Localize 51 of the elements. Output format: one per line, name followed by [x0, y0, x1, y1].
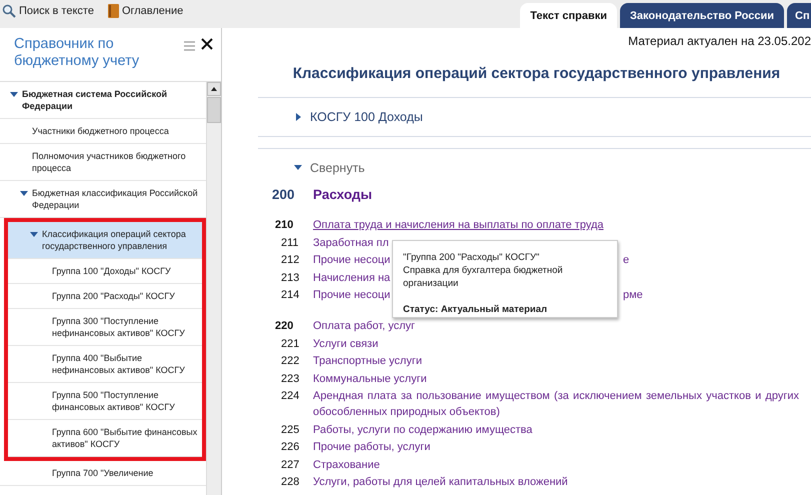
code-number: 213: [280, 270, 300, 286]
section-toggle[interactable]: Свернуть: [258, 149, 365, 181]
code-link[interactable]: Страхование: [313, 456, 380, 472]
code-link[interactable]: Прочие работы, услуги: [313, 439, 430, 455]
code-link[interactable]: Услуги связи: [313, 336, 378, 352]
code-number: 227: [280, 458, 300, 472]
code-link[interactable]: Заработная пл: [313, 234, 389, 250]
code-number: 221: [280, 336, 300, 352]
code-link[interactable]: рме: [623, 287, 643, 303]
code-link[interactable]: Работы, услуги по содержанию имущества: [313, 422, 532, 438]
code-number: 212: [280, 253, 300, 268]
section-code: 200: [272, 187, 296, 202]
tab[interactable]: Законодательство России: [620, 3, 784, 28]
code-link[interactable]: Начисления на: [313, 270, 390, 286]
book-icon: [108, 4, 119, 18]
code-number: 226: [280, 440, 300, 455]
tab[interactable]: Сп: [787, 3, 811, 28]
tooltip-title: "Группа 200 "Расходы" КОСГУ": [403, 251, 540, 264]
update-date: Материал актуален на 23.05.202: [627, 33, 811, 48]
code-number: 225: [280, 422, 300, 438]
code-number: 228: [280, 475, 300, 490]
caret-up-icon: [211, 87, 217, 91]
code-link[interactable]: Оплата работ, услуг: [313, 318, 416, 334]
code-link[interactable]: Оплата труда и начисления на выплаты по оплате труда: [313, 217, 604, 233]
code-link[interactable]: е: [623, 252, 630, 268]
code-link[interactable]: Транспортные услуги: [313, 353, 422, 369]
scrollbar-thumb[interactable]: [207, 97, 221, 123]
code-link[interactable]: Арендная плата за пользование имуществом (за исключением земельных участков и других обособленных природных объектов): [313, 388, 799, 420]
code-number: 211: [280, 236, 300, 250]
code-link[interactable]: Услуги, работы для целей капитальных вложений: [313, 474, 568, 490]
code-number: 222: [280, 354, 300, 369]
code-number: 210: [274, 218, 294, 233]
code-number: 224: [280, 389, 300, 404]
search-button[interactable]: Поиск в тексте: [2, 4, 94, 18]
tooltip-subtitle: Справка для бухгалтера бюджетной организации: [403, 264, 564, 290]
tab[interactable]: Текст справки: [520, 3, 618, 28]
close-icon[interactable]: [201, 38, 213, 50]
sidebar-title: Справочник по бюджетному учету: [14, 36, 140, 71]
menu-icon[interactable]: [184, 41, 195, 51]
code-link[interactable]: Коммунальные услуги: [313, 370, 427, 386]
code-number: 214: [280, 288, 300, 303]
contents-button[interactable]: Оглавление: [108, 4, 184, 18]
code-number: 223: [280, 372, 300, 386]
section-heading: Расходы: [313, 187, 372, 202]
tree-item[interactable]: Классификация операций сектора государственного управления: [8, 222, 202, 259]
scrollbar[interactable]: [206, 82, 221, 495]
scroll-up-button[interactable]: [207, 82, 221, 96]
code-number: 220: [274, 319, 294, 334]
tooltip-status: Статус: Актуальный материал: [403, 303, 548, 316]
section-toggle[interactable]: КОСГУ 100 Доходы: [258, 98, 423, 136]
page-title: Классификация операций сектора государственного управления: [292, 65, 782, 82]
